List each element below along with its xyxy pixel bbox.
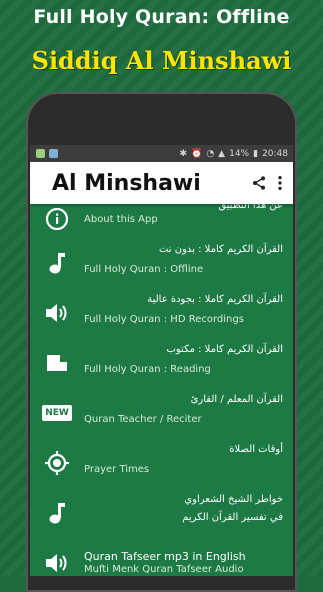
promo-title: Full Holy Quran: Offline (33, 6, 290, 28)
alarm-icon: ⏰ (191, 148, 203, 159)
menu-item-en-label: Quran Teacher / Reciter (84, 414, 202, 425)
menu-list: عن هذا التطبيق About this App القرآن الك… (30, 200, 293, 576)
menu-item-en-label: About this App (84, 214, 158, 225)
notification-icon (36, 149, 45, 158)
menu-item-shaarawi[interactable]: خواطر الشيخ الشعراوي في تفسير القرآن الك… (30, 488, 293, 538)
menu-item-prayer-times[interactable]: أوقات الصلاة Prayer Times (30, 438, 293, 488)
app-bar: Al Minshawi (30, 162, 293, 204)
battery-icon: ▮ (253, 148, 259, 159)
menu-item-ar-label: أوقات الصلاة (229, 444, 283, 455)
menu-item-en-label: Mufti Menk Quran Tafseer Audio (84, 564, 244, 575)
menu-item-reading[interactable]: القرآن الكريم كاملا : مكتوب Full Holy Qu… (30, 338, 293, 388)
app-title: Al Minshawi (52, 170, 201, 196)
volume-icon (30, 302, 84, 324)
menu-item-ar-label: القرآن الكريم كاملا : مكتوب (166, 344, 283, 355)
more-vert-icon[interactable] (277, 175, 283, 191)
menu-item-ar-label: القرآن المعلم / القارئ (190, 394, 283, 405)
menu-item-offline[interactable]: القرآن الكريم كاملا : بدون نت Full Holy … (30, 238, 293, 288)
menu-item-teacher-reciter[interactable]: NEW القرآن المعلم / القارئ Quran Teacher… (30, 388, 293, 438)
menu-item-ar-label: القرآن الكريم كاملا : بجودة عالية (147, 294, 283, 305)
menu-item-ar-label: القرآن الكريم كاملا : بدون نت (158, 244, 283, 255)
new-badge-icon: NEW (30, 405, 84, 421)
music-note-icon (30, 501, 84, 525)
battery-level: 14% (229, 148, 250, 159)
bluetooth-icon: ✱ (179, 148, 188, 159)
menu-item-ar-label: خواطر الشيخ الشعراوي (184, 494, 283, 505)
music-note-icon (30, 251, 84, 275)
menu-item-en-title: Quran Tafseer mp3 in English (84, 550, 246, 563)
share-icon[interactable] (251, 175, 267, 191)
gps-target-icon (30, 450, 84, 476)
volume-icon (30, 552, 84, 574)
info-icon (30, 207, 84, 231)
menu-item-tafseer-english[interactable]: Quran Tafseer mp3 in English Mufti Menk … (30, 538, 293, 588)
document-icon (30, 353, 84, 373)
menu-item-en-label: Prayer Times (84, 464, 150, 475)
menu-item-ar-sub: في تفسير القرآن الكريم (182, 512, 283, 523)
promo-subtitle: Siddiq Al Minshawi (31, 46, 292, 75)
clock: 20:48 (262, 148, 288, 159)
signal-icon: ▲ (218, 148, 226, 159)
menu-item-about[interactable]: عن هذا التطبيق About this App (30, 200, 293, 238)
menu-item-en-label: Full Holy Quran : Offline (84, 264, 204, 275)
wifi-icon: ◔ (206, 148, 215, 159)
menu-item-hd-recordings[interactable]: القرآن الكريم كاملا : بجودة عالية Full H… (30, 288, 293, 338)
notification-icon (49, 149, 58, 158)
menu-item-en-label: Full Holy Quran : Reading (84, 364, 211, 375)
status-bar: ✱ ⏰ ◔ ▲ 14% ▮ 20:48 (30, 145, 293, 162)
menu-item-en-label: Full Holy Quran : HD Recordings (84, 314, 244, 325)
